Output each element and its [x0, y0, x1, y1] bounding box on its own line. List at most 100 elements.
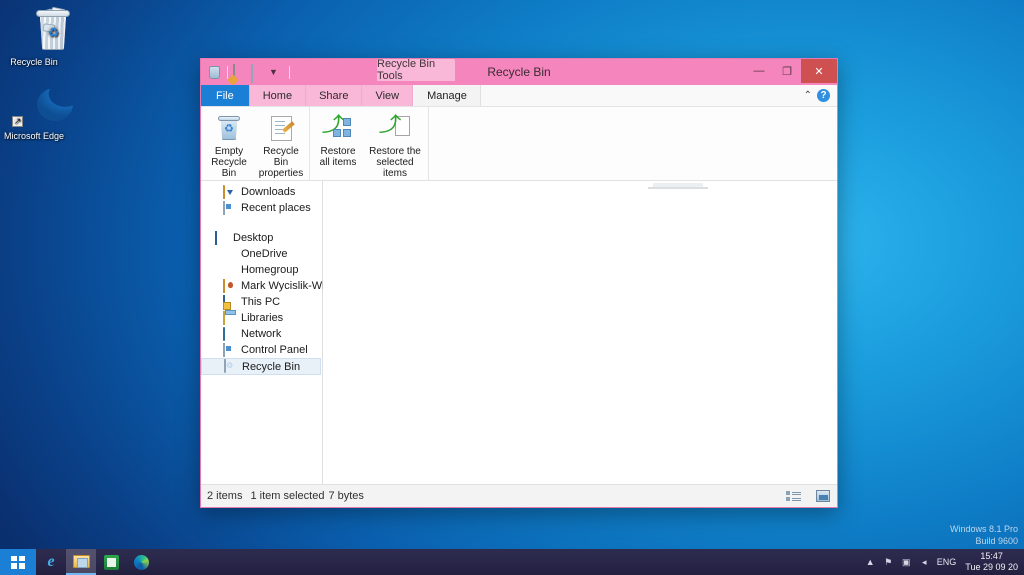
page-icon[interactable]: [251, 63, 266, 83]
taskbar-item-microsoft-edge[interactable]: [126, 549, 156, 575]
watermark-edition: Windows 8.1 Pro: [949, 524, 1018, 534]
network-tray-icon[interactable]: ▣: [901, 557, 912, 568]
nav-item-downloads[interactable]: Downloads: [201, 184, 322, 200]
render-artifact: [648, 187, 708, 189]
nav-item-label: Homegroup: [241, 264, 299, 276]
status-size: 7 bytes: [328, 490, 364, 502]
microsoft-edge-icon: [133, 554, 149, 570]
nav-item-recent-places[interactable]: Recent places: [201, 200, 322, 216]
recycle-bin-icon[interactable]: [207, 65, 222, 80]
empty-recycle-bin-button[interactable]: ♻ Empty Recycle Bin: [203, 111, 255, 181]
details-view-button[interactable]: [785, 489, 802, 504]
status-selection: 1 item selected: [250, 490, 325, 502]
ribbon: ♻ Empty Recycle Bin Recycle Bin properti…: [201, 107, 837, 192]
nav-item-network[interactable]: Network: [201, 326, 322, 342]
tab-home[interactable]: Home: [249, 85, 307, 106]
window-controls: — ❐ ✕: [745, 59, 837, 83]
nav-item-label: Desktop: [233, 232, 274, 244]
downloads-folder-icon: [223, 184, 236, 199]
volume-icon[interactable]: ◂: [919, 557, 930, 568]
taskbar-item-internet-explorer[interactable]: e: [36, 549, 66, 575]
system-tray: ▲ ⚑ ▣ ◂ ENG 15:47 Tue 29 09 20: [865, 551, 1024, 573]
button-label-line2: selected items: [376, 157, 414, 179]
button-label-line1: Empty: [214, 146, 244, 157]
close-button[interactable]: ✕: [801, 59, 837, 83]
ribbon-tab-right-icons: ⌃ ?: [803, 85, 837, 106]
chevron-down-icon[interactable]: ▼: [269, 65, 284, 80]
control-panel-icon: [223, 342, 236, 357]
nav-item-label: OneDrive: [241, 248, 288, 260]
nav-item-label: Libraries: [241, 312, 284, 324]
clock-time: 15:47: [980, 551, 1003, 561]
tab-view[interactable]: View: [362, 85, 414, 106]
taskbar-item-store[interactable]: [96, 549, 126, 575]
tab-manage[interactable]: Manage: [414, 85, 481, 106]
recycle-bin-properties-icon: [270, 113, 295, 143]
nav-item-onedrive[interactable]: OneDrive: [201, 246, 322, 262]
nav-item-recycle-bin[interactable]: Recycle Bin: [201, 358, 321, 375]
homegroup-icon: [223, 264, 236, 277]
nav-item-this-pc[interactable]: This PC: [201, 294, 322, 310]
desktop-icon: [215, 230, 228, 245]
libraries-icon: [223, 310, 236, 325]
desktop-icon-label: Recycle Bin: [10, 57, 58, 67]
shortcut-arrow-icon: ↗: [12, 116, 23, 127]
file-list-view[interactable]: [323, 181, 837, 484]
recycle-bin-icon: ♻: [2, 6, 70, 54]
nav-item-homegroup[interactable]: Homegroup: [201, 262, 322, 278]
button-label-line1: Restore the: [369, 146, 421, 157]
status-item-count: 2 items: [207, 490, 243, 502]
action-center-icon[interactable]: ⚑: [883, 557, 894, 568]
nav-item-label: Downloads: [241, 186, 296, 198]
nav-item-desktop[interactable]: Desktop: [201, 230, 322, 246]
desktop-icon-microsoft-edge[interactable]: ↗ Microsoft Edge: [2, 82, 73, 141]
nav-item-control-panel[interactable]: Control Panel: [201, 342, 322, 358]
status-bar: 2 items 1 item selected 7 bytes: [201, 484, 837, 507]
ribbon-group-restore: ⤴ Restore all items ⤴ Restore the select…: [310, 107, 429, 192]
onedrive-icon: [223, 248, 236, 261]
title-bar[interactable]: ▼ Recycle Bin Tools Recycle Bin — ❐ ✕: [201, 58, 837, 85]
microsoft-edge-icon: ↗: [2, 82, 73, 128]
empty-recycle-bin-icon: ♻: [218, 113, 240, 143]
this-pc-icon: [223, 294, 236, 309]
help-icon[interactable]: ?: [817, 89, 830, 102]
restore-selected-items-button[interactable]: ⤴ Restore the selected items: [364, 111, 426, 181]
store-icon: [103, 554, 119, 570]
show-hidden-icons-button[interactable]: ▲: [865, 557, 876, 568]
nav-item-label: Recent places: [241, 202, 311, 214]
restore-selected-items-icon: ⤴: [379, 113, 410, 143]
network-icon: [223, 326, 236, 341]
collapse-ribbon-icon[interactable]: ⌃: [804, 90, 812, 101]
button-label-line2: Recycle Bin: [211, 157, 247, 179]
clock[interactable]: 15:47 Tue 29 09 20: [963, 551, 1018, 573]
tab-file[interactable]: File: [201, 85, 250, 106]
language-indicator[interactable]: ENG: [937, 557, 957, 567]
tab-share[interactable]: Share: [306, 85, 363, 106]
restore-all-items-button[interactable]: ⤴ Restore all items: [312, 111, 364, 181]
quick-access-toolbar: ▼: [201, 59, 292, 85]
desktop-icon-recycle-bin[interactable]: ♻ Recycle Bin: [2, 6, 70, 67]
divider: [227, 65, 228, 79]
restore-all-items-icon: ⤴: [322, 113, 353, 143]
recycle-bin-icon: [224, 359, 237, 373]
large-icons-view-button[interactable]: [814, 489, 831, 504]
user-folder-icon: [223, 278, 236, 293]
nav-item-user-folder[interactable]: Mark Wycislik-Wilso: [201, 278, 339, 294]
minimize-button[interactable]: —: [745, 59, 773, 83]
start-button[interactable]: [0, 549, 36, 575]
button-label-line2: all items: [319, 157, 357, 168]
clock-date: Tue 29 09 20: [965, 562, 1018, 572]
watermark-build: Build 9600: [975, 536, 1018, 546]
maximize-button[interactable]: ❐: [773, 59, 801, 83]
internet-explorer-icon: e: [47, 553, 55, 570]
properties-icon[interactable]: [233, 63, 248, 83]
tab-strip-filler: [480, 85, 804, 106]
taskbar-item-file-explorer[interactable]: [66, 549, 96, 575]
window-title: Recycle Bin: [487, 65, 551, 79]
ribbon-tab-strip: File Home Share View Manage ⌃ ?: [201, 85, 837, 107]
navigation-pane: Downloads Recent places Desktop OneDrive…: [201, 181, 339, 484]
nav-item-libraries[interactable]: Libraries: [201, 310, 322, 326]
ribbon-empty-area: [429, 107, 837, 180]
taskbar: e ▲ ⚑ ▣ ◂ ENG 15:47 Tue 29 09 20: [0, 549, 1024, 575]
recycle-bin-properties-button[interactable]: Recycle Bin properties: [255, 111, 307, 181]
